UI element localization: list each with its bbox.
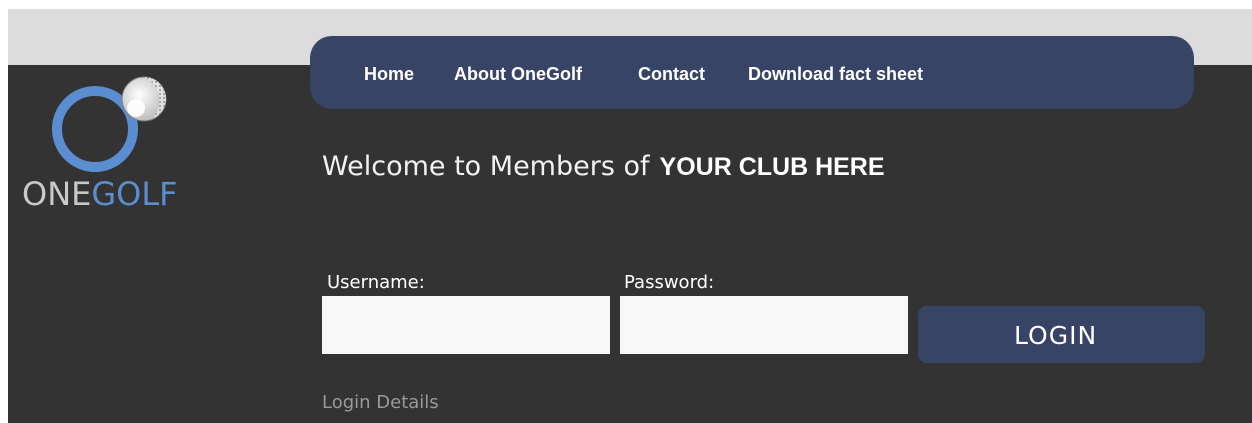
page: Home About OneGolf Contact Download fact… bbox=[0, 0, 1252, 423]
nav-item-download-fact-sheet[interactable]: Download fact sheet bbox=[748, 63, 923, 85]
welcome-heading: Welcome to Members of YOUR CLUB HERE bbox=[322, 150, 885, 184]
golf-ball-ring-icon bbox=[52, 76, 167, 172]
nav-item-contact[interactable]: Contact bbox=[638, 63, 705, 85]
login-button[interactable]: LOGIN bbox=[918, 306, 1205, 363]
logo-text-golf: GOLF bbox=[91, 175, 178, 213]
nav-item-about[interactable]: About OneGolf bbox=[454, 63, 582, 85]
login-details-link[interactable]: Login Details bbox=[322, 392, 439, 414]
username-label: Username: bbox=[327, 272, 425, 293]
club-name: YOUR CLUB HERE bbox=[659, 153, 885, 181]
password-label: Password: bbox=[624, 272, 715, 293]
logo-wordmark: ONEGOLF bbox=[22, 176, 178, 212]
password-input[interactable] bbox=[620, 296, 908, 354]
main-navigation: Home About OneGolf Contact Download fact… bbox=[310, 36, 1194, 109]
nav-item-home[interactable]: Home bbox=[364, 63, 414, 85]
onegolf-logo[interactable]: ONEGOLF bbox=[22, 76, 202, 216]
username-input[interactable] bbox=[322, 296, 610, 354]
welcome-text: Welcome to Members of bbox=[322, 151, 650, 182]
logo-text-one: ONE bbox=[22, 175, 92, 213]
